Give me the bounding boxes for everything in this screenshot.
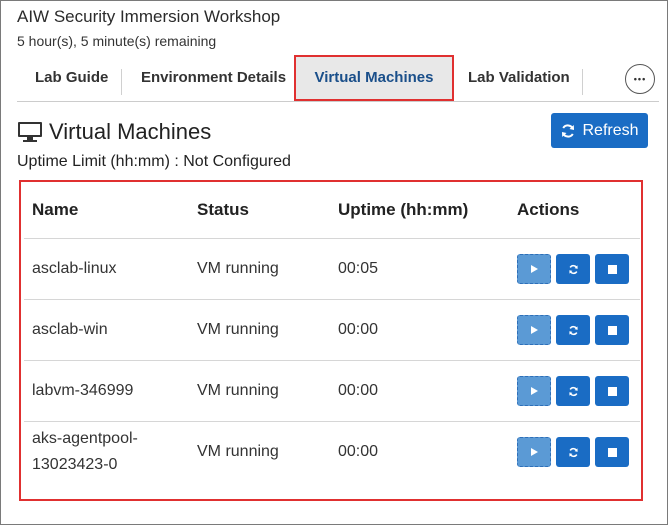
restart-vm-button[interactable] [556, 254, 590, 284]
restart-vm-button[interactable] [556, 376, 590, 406]
play-icon [531, 448, 538, 456]
tab-lab-validation[interactable]: Lab Validation [468, 55, 570, 101]
table-row: asclab-win VM running 00:00 [24, 299, 640, 361]
vm-uptime: 00:05 [330, 238, 509, 300]
refresh-icon [562, 123, 575, 138]
monitor-icon [18, 122, 42, 142]
table-row: asclab-linux VM running 00:05 [24, 238, 640, 300]
section-title: Virtual Machines [49, 119, 212, 144]
stop-icon [607, 325, 617, 335]
restart-icon [568, 264, 578, 274]
table-row: aks-agentpool-13023423-0 VM running 00:0… [24, 421, 640, 482]
vm-name: asclab-win [24, 299, 189, 361]
table-row: labvm-346999 VM running 00:00 [24, 360, 640, 422]
stop-vm-button[interactable] [595, 437, 629, 467]
refresh-button[interactable]: Refresh [551, 113, 648, 148]
play-icon [531, 326, 538, 334]
uptime-limit: Uptime Limit (hh:mm) : Not Configured [17, 153, 291, 170]
vm-uptime: 00:00 [330, 360, 509, 422]
table-header-row: Name Status Uptime (hh:mm) Actions [24, 182, 640, 239]
tab-virtual-machines[interactable]: Virtual Machines [294, 55, 454, 101]
vm-status: VM running [189, 421, 330, 482]
vm-name: labvm-346999 [24, 360, 189, 422]
header-uptime: Uptime (hh:mm) [338, 200, 469, 219]
start-vm-button[interactable] [517, 376, 551, 406]
header-actions: Actions [517, 200, 580, 219]
start-vm-button[interactable] [517, 254, 551, 284]
vm-name: asclab-linux [24, 238, 189, 300]
start-vm-button[interactable] [517, 315, 551, 345]
tab-lab-guide[interactable]: Lab Guide [35, 55, 108, 101]
lab-header: AIW Security Immersion Workshop 5 hour(s… [17, 7, 280, 49]
stop-icon [607, 447, 617, 457]
vm-status: VM running [189, 360, 330, 422]
restart-icon [568, 325, 578, 335]
tab-bar: Lab Guide Environment Details Virtual Ma… [17, 55, 659, 101]
tab-underline [17, 101, 659, 102]
header-name: Name [32, 200, 79, 219]
vm-name: aks-agentpool-13023423-0 [24, 421, 189, 482]
vm-status: VM running [189, 238, 330, 300]
vm-status: VM running [189, 299, 330, 361]
refresh-label: Refresh [582, 121, 639, 139]
stop-icon [607, 264, 617, 274]
stop-icon [607, 386, 617, 396]
vm-actions [509, 360, 640, 422]
restart-icon [568, 447, 578, 457]
vm-actions [509, 299, 640, 361]
tab-divider [121, 69, 122, 95]
header-status: Status [197, 200, 249, 219]
ellipsis-icon: ••• [633, 74, 647, 84]
stop-vm-button[interactable] [595, 315, 629, 345]
stop-vm-button[interactable] [595, 376, 629, 406]
lab-title: AIW Security Immersion Workshop [17, 7, 281, 26]
vm-uptime: 00:00 [330, 299, 509, 361]
tab-divider [582, 69, 583, 95]
play-icon [531, 265, 538, 273]
vm-actions [509, 421, 640, 482]
start-vm-button[interactable] [517, 437, 551, 467]
vm-actions [509, 238, 640, 300]
section-heading: Virtual Machines [17, 119, 211, 145]
vm-table-container: Name Status Uptime (hh:mm) Actions ascla… [19, 180, 643, 501]
vm-table: Name Status Uptime (hh:mm) Actions ascla… [24, 182, 640, 482]
restart-vm-button[interactable] [556, 315, 590, 345]
vm-uptime: 00:00 [330, 421, 509, 482]
tab-environment-details[interactable]: Environment Details [141, 55, 286, 101]
stop-vm-button[interactable] [595, 254, 629, 284]
restart-vm-button[interactable] [556, 437, 590, 467]
play-icon [531, 387, 538, 395]
time-remaining: 5 hour(s), 5 minute(s) remaining [17, 33, 217, 49]
more-options-button[interactable]: ••• [625, 64, 655, 94]
restart-icon [568, 386, 578, 396]
